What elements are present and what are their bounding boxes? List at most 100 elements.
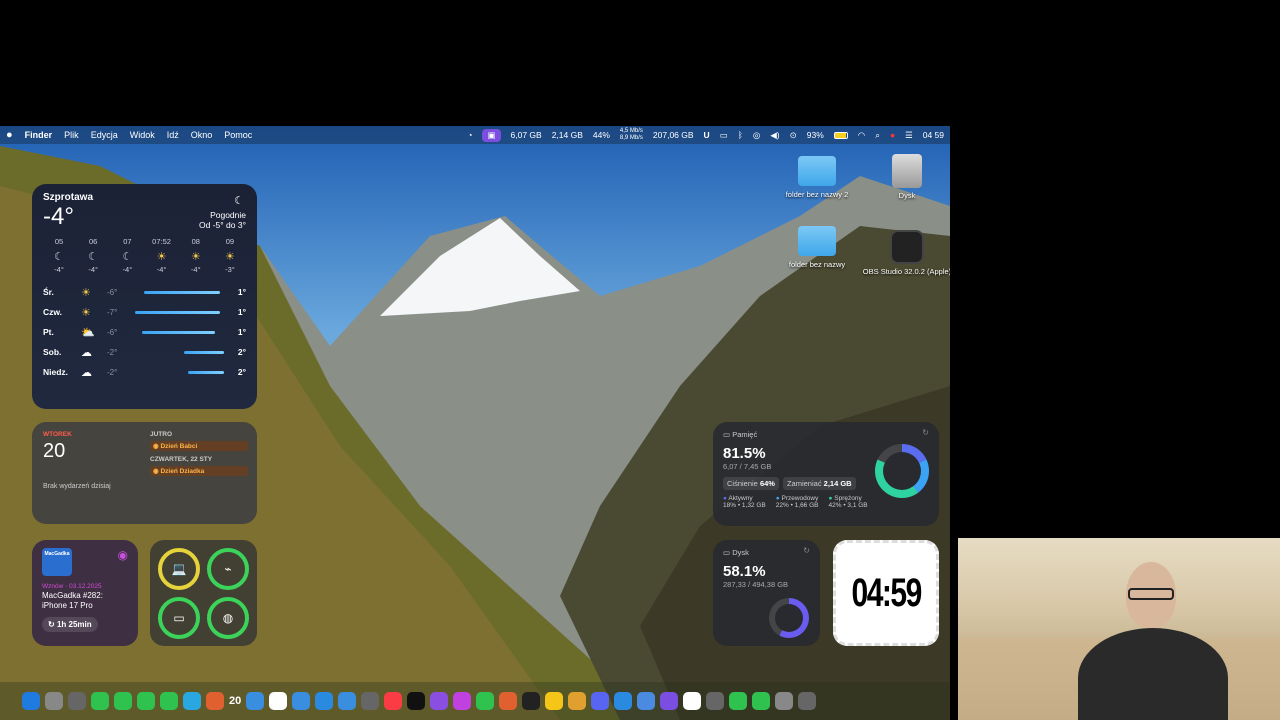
dock-app-icon[interactable] bbox=[91, 692, 109, 710]
desktop-folder-2[interactable]: folder bez nazwy 2 bbox=[772, 156, 862, 199]
control-center-icon[interactable]: ☰ bbox=[905, 130, 913, 141]
weather-condition-block: Pogodnie Od -5° do 3° bbox=[199, 210, 246, 230]
batteries-widget[interactable]: 💻 ⌁ ▭ ◍ bbox=[150, 540, 257, 646]
dock-app-icon[interactable] bbox=[798, 692, 817, 710]
day-hi: 1° bbox=[237, 287, 246, 297]
dock-app-icon[interactable] bbox=[545, 692, 564, 710]
refresh-icon[interactable]: ↻ bbox=[922, 428, 929, 437]
pressure-pill: Ciśnienie 64% bbox=[723, 477, 779, 490]
event-dot-icon: ◉ bbox=[153, 468, 159, 475]
dock-app-icon[interactable] bbox=[45, 692, 63, 710]
menu-widok[interactable]: Widok bbox=[130, 130, 155, 140]
clock-time: 04:59 bbox=[851, 570, 922, 615]
memory-widget[interactable]: ▭ Pamięć 81.5% 6,07 / 7,45 GB Ciśnienie … bbox=[713, 422, 939, 526]
menu-plik[interactable]: Plik bbox=[64, 130, 79, 140]
stats-icon[interactable]: ▣ bbox=[482, 128, 501, 142]
menubar-time[interactable]: 04 59 bbox=[923, 130, 944, 140]
calendar-event[interactable]: ◉ Dzień Dziadka bbox=[150, 466, 248, 476]
dock-app-icon[interactable] bbox=[683, 692, 702, 710]
display-icon[interactable]: ▭ bbox=[720, 130, 728, 141]
dock-app-icon[interactable] bbox=[68, 692, 86, 710]
legend-dot-icon: ● bbox=[723, 495, 727, 502]
dock-app-icon[interactable] bbox=[706, 692, 725, 710]
legend-item: ● Sprężony 42% • 3,1 GB bbox=[829, 495, 868, 509]
podcast-widget[interactable]: MacGadka ◉ Wznów · 03.12.2025 MacGadka #… bbox=[32, 540, 138, 646]
dock-app-icon[interactable] bbox=[522, 692, 541, 710]
dock-app-icon[interactable] bbox=[361, 692, 380, 710]
desktop-folder[interactable]: folder bez nazwy bbox=[772, 226, 862, 269]
desktop-obs[interactable]: OBS Studio 32.0.2 (Apple) bbox=[862, 230, 950, 276]
dock-app-icon[interactable] bbox=[137, 692, 155, 710]
podcasts-icon: ◉ bbox=[117, 548, 128, 562]
search-icon[interactable]: ⌕ bbox=[875, 130, 880, 141]
dock-app-icon[interactable] bbox=[453, 692, 472, 710]
dock-app-icon[interactable] bbox=[160, 692, 178, 710]
menubar-swap[interactable]: 2,14 GB bbox=[552, 130, 583, 140]
calendar-upcoming: JUTRO ◉ Dzień Babci CZWARTEK, 22 STY ◉ D… bbox=[150, 431, 248, 481]
dock-app-icon[interactable] bbox=[183, 692, 201, 710]
dock-app-icon[interactable] bbox=[206, 692, 224, 710]
dock-app-icon[interactable] bbox=[384, 692, 403, 710]
menubar-mem-used[interactable]: 6,07 GB bbox=[511, 130, 542, 140]
dock-app-icon[interactable] bbox=[476, 692, 495, 710]
sun-icon: ☀ bbox=[81, 306, 91, 319]
dock-app-icon[interactable] bbox=[269, 692, 288, 710]
app-switcher-icon[interactable]: ◔ bbox=[467, 130, 472, 140]
day-name: Niedz. bbox=[43, 367, 69, 377]
apple-menu-icon[interactable]: ● bbox=[6, 129, 13, 141]
dock-app-icon[interactable] bbox=[430, 692, 449, 710]
refresh-icon[interactable]: ↻ bbox=[803, 546, 810, 555]
dock-app-icon[interactable] bbox=[292, 692, 311, 710]
sun-icon: ☀ bbox=[81, 286, 91, 299]
clock-widget[interactable]: 04:59 bbox=[833, 540, 939, 646]
volume-icon[interactable]: ◀) bbox=[770, 130, 779, 141]
disk-percent: 58.1% bbox=[723, 563, 766, 580]
swap-pill: Zamieniać 2,14 GB bbox=[782, 477, 856, 490]
dock-app-icon[interactable] bbox=[591, 692, 610, 710]
battery-icon[interactable] bbox=[833, 131, 848, 139]
temp-range-bar bbox=[135, 310, 224, 314]
dock-app-icon[interactable] bbox=[315, 692, 334, 710]
day-name: Pt. bbox=[43, 327, 54, 337]
day-row: Sob. ☁ -2° 2° bbox=[43, 342, 246, 362]
menubar-disk-free[interactable]: 207,06 GB bbox=[653, 130, 694, 140]
menubar-netspeed[interactable]: 4,5 Mb/s 8,9 Mb/s bbox=[620, 128, 643, 142]
weather-city: Szprotawa bbox=[43, 192, 94, 203]
dock-app-icon[interactable] bbox=[338, 692, 357, 710]
dock-app-icon[interactable] bbox=[614, 692, 633, 710]
dock-calendar-day[interactable]: 20 bbox=[229, 695, 241, 707]
dock-app-icon[interactable] bbox=[407, 692, 426, 710]
weather-widget[interactable]: Szprotawa -4° ☾ Pogodnie Od -5° do 3° 05… bbox=[32, 184, 257, 409]
bluetooth-icon[interactable]: ᛒ bbox=[738, 130, 743, 140]
podcast-play-button[interactable]: ↻ 1h 25min bbox=[42, 617, 98, 632]
day-row: Niedz. ☁ -2° 2° bbox=[43, 362, 246, 382]
menu-idz[interactable]: Idź bbox=[167, 130, 179, 140]
dock-app-icon[interactable] bbox=[660, 692, 679, 710]
calendar-widget[interactable]: WTOREK 20 Brak wydarzeń dzisiaj JUTRO ◉ … bbox=[32, 422, 257, 524]
dock-app-icon[interactable] bbox=[246, 692, 265, 710]
dock-app-icon[interactable] bbox=[775, 692, 794, 710]
calendar-event[interactable]: ◉ Dzień Babci bbox=[150, 441, 248, 451]
menubar-cpu[interactable]: 44% bbox=[593, 130, 610, 140]
record-icon[interactable]: ● bbox=[890, 130, 895, 140]
dock-app-icon[interactable] bbox=[637, 692, 656, 710]
menu-okno[interactable]: Okno bbox=[191, 130, 213, 140]
menu-edycja[interactable]: Edycja bbox=[91, 130, 118, 140]
swap-value: 2,14 GB bbox=[823, 479, 852, 488]
dock-app-icon[interactable] bbox=[729, 692, 748, 710]
wifi-icon[interactable]: ◠ bbox=[858, 130, 865, 141]
menu-app-name[interactable]: Finder bbox=[25, 130, 53, 140]
dock-app-icon[interactable] bbox=[114, 692, 132, 710]
legend-value: 18% • 1,32 GB bbox=[723, 502, 766, 509]
dock-app-icon[interactable] bbox=[22, 692, 40, 710]
airdrop-icon[interactable]: ◎ bbox=[753, 130, 760, 141]
menu-pomoc[interactable]: Pomoc bbox=[224, 130, 252, 140]
magnet-icon[interactable]: U bbox=[704, 130, 710, 140]
dock-app-icon[interactable] bbox=[499, 692, 518, 710]
menubar-battery[interactable]: 93% bbox=[807, 130, 824, 140]
play-icon[interactable]: ⊙ bbox=[790, 130, 797, 141]
dock-app-icon[interactable] bbox=[752, 692, 771, 710]
desktop-disk[interactable]: Dysk bbox=[862, 154, 950, 200]
dock-app-icon[interactable] bbox=[568, 692, 587, 710]
disk-widget[interactable]: ▭ Dysk 58.1% 287,33 / 494,38 GB ↻ bbox=[713, 540, 820, 646]
